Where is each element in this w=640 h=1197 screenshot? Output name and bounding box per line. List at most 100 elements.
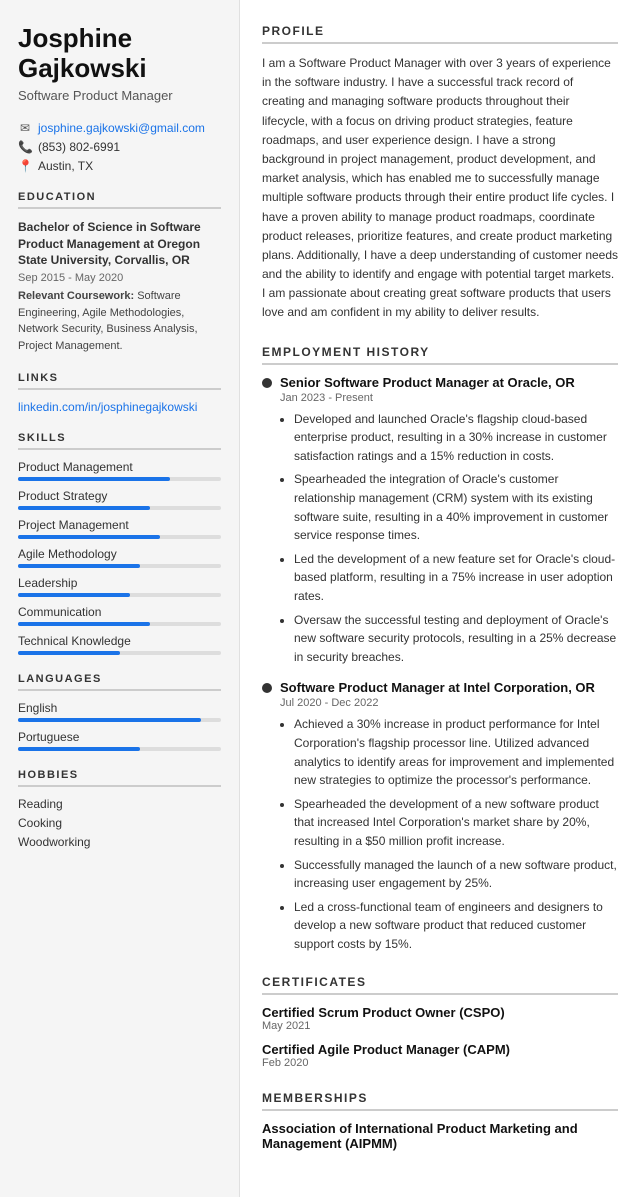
hobbies-heading: HOBBIES	[18, 769, 221, 787]
emp-title: Software Product Manager at Intel Corpor…	[280, 680, 595, 695]
bullet-item: Led a cross-functional team of engineers…	[294, 898, 618, 954]
certificates-section: CERTIFICATES Certified Scrum Product Own…	[262, 975, 618, 1069]
emp-dates: Jan 2023 - Present	[280, 392, 618, 404]
skill-label: Technical Knowledge	[18, 634, 221, 648]
edu-degree: Bachelor of Science in Software Product …	[18, 219, 221, 269]
language-item: English	[18, 701, 221, 722]
languages-heading: LANGUAGES	[18, 673, 221, 691]
cert-date: May 2021	[262, 1020, 618, 1032]
employment-entry: Senior Software Product Manager at Oracl…	[262, 375, 618, 667]
skill-label: Product Strategy	[18, 489, 221, 503]
skill-bar-bg	[18, 535, 221, 539]
location-icon: 📍	[18, 159, 32, 173]
edu-courses: Relevant Coursework: Software Engineerin…	[18, 288, 221, 354]
skill-label: Communication	[18, 605, 221, 619]
hobbies-list: Reading Cooking Woodworking	[18, 797, 221, 849]
memberships-list: Association of International Product Mar…	[262, 1121, 618, 1151]
skill-item: Project Management	[18, 518, 221, 539]
sidebar: Josphine Gajkowski Software Product Mana…	[0, 0, 240, 1197]
language-bar-bg	[18, 747, 221, 751]
contact-phone: 📞 (853) 802-6991	[18, 140, 221, 154]
main-content: PROFILE I am a Software Product Manager …	[240, 0, 640, 1197]
skill-item: Technical Knowledge	[18, 634, 221, 655]
hobbies-section: HOBBIES Reading Cooking Woodworking	[18, 769, 221, 849]
skill-item: Product Management	[18, 460, 221, 481]
skills-list: Product Management Product Strategy Proj…	[18, 460, 221, 655]
contact-location: 📍 Austin, TX	[18, 159, 221, 173]
skill-label: Product Management	[18, 460, 221, 474]
languages-section: LANGUAGES English Portuguese	[18, 673, 221, 751]
skill-bar-bg	[18, 593, 221, 597]
skill-item: Leadership	[18, 576, 221, 597]
language-label: English	[18, 701, 221, 715]
bullet-item: Developed and launched Oracle's flagship…	[294, 410, 618, 466]
bullet-item: Achieved a 30% increase in product perfo…	[294, 715, 618, 789]
employment-entry: Software Product Manager at Intel Corpor…	[262, 680, 618, 953]
links-heading: LINKS	[18, 372, 221, 390]
cert-date: Feb 2020	[262, 1057, 618, 1069]
skill-bar-fill	[18, 622, 150, 626]
emp-bullets: Achieved a 30% increase in product perfo…	[280, 715, 618, 953]
bullet-item: Led the development of a new feature set…	[294, 550, 618, 606]
profile-section: PROFILE I am a Software Product Manager …	[262, 24, 618, 323]
bullet-item: Spearheaded the development of a new sof…	[294, 795, 618, 851]
skill-bar-bg	[18, 477, 221, 481]
language-item: Portuguese	[18, 730, 221, 751]
skill-bar-bg	[18, 651, 221, 655]
hobby-item: Cooking	[18, 816, 221, 830]
employment-list: Senior Software Product Manager at Oracl…	[262, 375, 618, 954]
skill-bar-bg	[18, 622, 221, 626]
language-bar-fill	[18, 747, 140, 751]
languages-list: English Portuguese	[18, 701, 221, 751]
profile-heading: PROFILE	[262, 24, 618, 44]
skill-bar-fill	[18, 651, 120, 655]
bullet-item: Spearheaded the integration of Oracle's …	[294, 470, 618, 544]
language-bar-bg	[18, 718, 221, 722]
language-bar-fill	[18, 718, 201, 722]
membership-name: Association of International Product Mar…	[262, 1121, 618, 1151]
skill-bar-fill	[18, 477, 170, 481]
memberships-heading: MEMBERSHIPS	[262, 1091, 618, 1111]
cert-name: Certified Scrum Product Owner (CSPO)	[262, 1005, 618, 1020]
contact-email[interactable]: ✉ josphine.gajkowski@gmail.com	[18, 121, 221, 135]
skill-label: Project Management	[18, 518, 221, 532]
emp-header: Senior Software Product Manager at Oracl…	[262, 375, 618, 390]
emp-header: Software Product Manager at Intel Corpor…	[262, 680, 618, 695]
email-icon: ✉	[18, 121, 32, 135]
skill-bar-fill	[18, 564, 140, 568]
skills-heading: SKILLS	[18, 432, 221, 450]
emp-title: Senior Software Product Manager at Oracl…	[280, 375, 575, 390]
employment-heading: EMPLOYMENT HISTORY	[262, 345, 618, 365]
language-label: Portuguese	[18, 730, 221, 744]
bullet-item: Oversaw the successful testing and deplo…	[294, 611, 618, 667]
skills-section: SKILLS Product Management Product Strate…	[18, 432, 221, 655]
phone-icon: 📞	[18, 140, 32, 154]
profile-text: I am a Software Product Manager with ove…	[262, 54, 618, 323]
skill-item: Agile Methodology	[18, 547, 221, 568]
skill-bar-bg	[18, 564, 221, 568]
memberships-section: MEMBERSHIPS Association of International…	[262, 1091, 618, 1151]
emp-bullets: Developed and launched Oracle's flagship…	[280, 410, 618, 667]
skill-label: Agile Methodology	[18, 547, 221, 561]
edu-dates: Sep 2015 - May 2020	[18, 272, 221, 284]
emp-dot	[262, 683, 272, 693]
certificate-entry: Certified Scrum Product Owner (CSPO) May…	[262, 1005, 618, 1032]
candidate-name: Josphine Gajkowski	[18, 24, 221, 84]
certificate-entry: Certified Agile Product Manager (CAPM) F…	[262, 1042, 618, 1069]
job-title: Software Product Manager	[18, 88, 221, 103]
hobby-item: Reading	[18, 797, 221, 811]
membership-entry: Association of International Product Mar…	[262, 1121, 618, 1151]
skill-bar-fill	[18, 593, 130, 597]
education-section: EDUCATION Bachelor of Science in Softwar…	[18, 191, 221, 354]
emp-dot	[262, 378, 272, 388]
education-heading: EDUCATION	[18, 191, 221, 209]
hobby-item: Woodworking	[18, 835, 221, 849]
skill-item: Product Strategy	[18, 489, 221, 510]
emp-dates: Jul 2020 - Dec 2022	[280, 697, 618, 709]
contact-section: ✉ josphine.gajkowski@gmail.com 📞 (853) 8…	[18, 121, 221, 173]
linkedin-link[interactable]: linkedin.com/in/josphinegajkowski	[18, 400, 221, 414]
certificates-list: Certified Scrum Product Owner (CSPO) May…	[262, 1005, 618, 1069]
employment-section: EMPLOYMENT HISTORY Senior Software Produ…	[262, 345, 618, 954]
cert-name: Certified Agile Product Manager (CAPM)	[262, 1042, 618, 1057]
skill-bar-fill	[18, 506, 150, 510]
